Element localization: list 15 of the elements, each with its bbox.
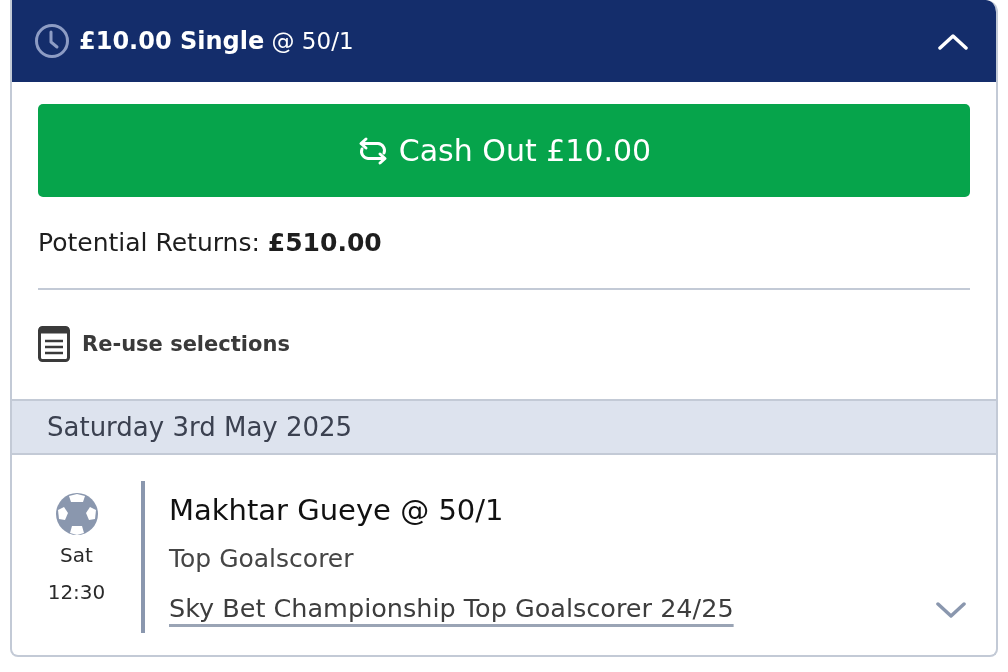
chevron-down-icon[interactable]	[936, 602, 966, 619]
date-heading: Saturday 3rd May 2025	[47, 412, 353, 442]
time-label: 12:30	[47, 579, 106, 606]
document-list-icon[interactable]	[38, 326, 70, 362]
clock-icon	[35, 24, 69, 58]
day-label: Sat	[60, 542, 93, 569]
selection-title: Makhtar Gueye @ 50/1	[169, 492, 504, 529]
reuse-selections-link[interactable]: Re-use selections	[82, 332, 290, 356]
market-name: Top Goalscorer	[169, 543, 354, 575]
football-icon	[55, 493, 98, 535]
bet-title: £10.00 Single @ 50/1	[79, 27, 354, 55]
potential-returns-text: Potential Returns: £510.00	[38, 227, 383, 259]
chevron-up-icon[interactable]	[938, 32, 968, 50]
event-link[interactable]: Sky Bet Championship Top Goalscorer 24/25	[169, 588, 734, 628]
bet-header[interactable]: £10.00 Single @ 50/1	[12, 0, 996, 82]
